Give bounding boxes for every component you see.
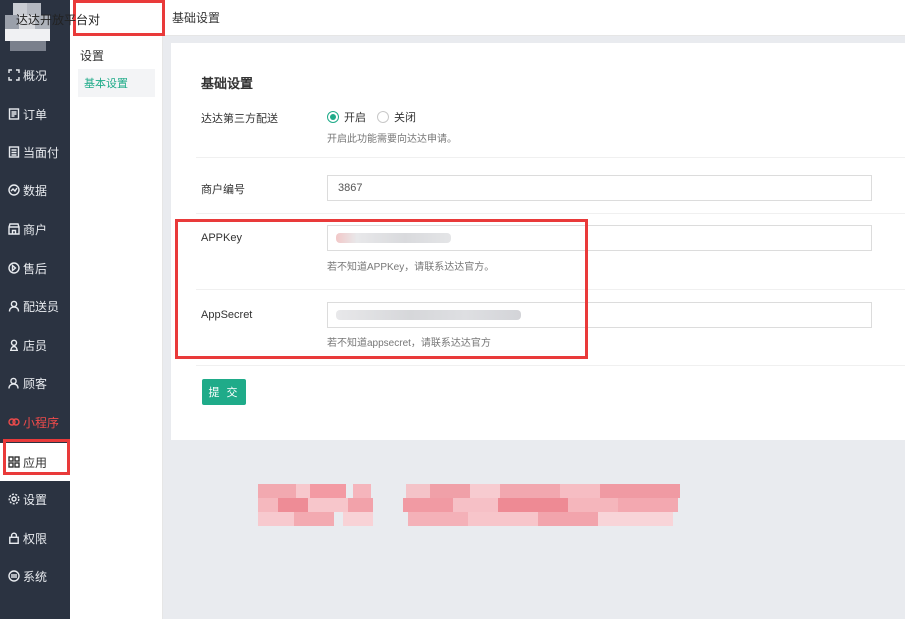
- top-header: 基础设置: [163, 0, 905, 36]
- sidebar-item-permissions[interactable]: 权限: [0, 519, 70, 557]
- redacted-footer: [258, 484, 683, 526]
- customer-icon: [7, 377, 20, 390]
- main-sidebar: 概况 订单 当面付 数据 商户 售后 配送员 店员 顾客 小程序 应用 设置 权…: [0, 0, 70, 619]
- sidebar-item-label: 应用: [23, 455, 48, 470]
- system-icon: [7, 570, 20, 583]
- sidebar-item-label: 店员: [23, 338, 48, 353]
- sidebar-item-apps[interactable]: 应用: [0, 443, 70, 481]
- divider: [196, 213, 905, 214]
- appsecret-input[interactable]: [327, 302, 872, 328]
- merchant-id-label: 商户编号: [201, 184, 245, 196]
- merchant-id-input[interactable]: [327, 175, 872, 201]
- sidebar-item-customers[interactable]: 顾客: [0, 364, 70, 402]
- redacted-value: [336, 233, 451, 243]
- divider: [196, 157, 905, 158]
- appsecret-label: AppSecret: [201, 309, 253, 321]
- radio-enable-label: 开启: [344, 112, 366, 124]
- appkey-label: APPKey: [201, 232, 242, 244]
- delivery-hint: 开启此功能需要向达达申请。: [327, 134, 457, 145]
- submit-button[interactable]: 提 交: [202, 379, 246, 405]
- sidebar-item-overview[interactable]: 概况: [0, 56, 70, 94]
- sidebar-item-clerks[interactable]: 店员: [0, 326, 70, 364]
- courier-icon: [7, 300, 20, 313]
- appsecret-hint: 若不知道appsecret，请联系达达官方: [327, 338, 491, 349]
- delivery-label: 达达第三方配送: [201, 113, 278, 125]
- redacted-value: [336, 310, 521, 320]
- radio-enable[interactable]: 开启: [327, 109, 366, 125]
- plugin-title-tab[interactable]: 达达开放平台对: [4, 4, 164, 34]
- sidebar-item-merchants[interactable]: 商户: [0, 210, 70, 248]
- sidebar-item-label: 订单: [23, 107, 48, 122]
- sidebar-item-system[interactable]: 系统: [0, 557, 70, 595]
- page-title: 基础设置: [201, 76, 254, 91]
- sidebar-item-couriers[interactable]: 配送员: [0, 287, 70, 325]
- sidebar-item-label: 顾客: [23, 376, 48, 391]
- gear-icon: [7, 493, 20, 506]
- appkey-hint: 若不知道APPKey，请联系达达官方。: [327, 262, 495, 273]
- radio-on-icon: [327, 111, 339, 123]
- sidebar-item-label: 配送员: [23, 299, 60, 314]
- sidebar-item-aftersale[interactable]: 售后: [0, 249, 70, 287]
- overview-icon: [7, 69, 20, 82]
- appkey-input[interactable]: [327, 225, 872, 251]
- sidebar-item-label: 概况: [23, 68, 48, 83]
- subnav-item-basic-settings[interactable]: 基本设置: [78, 69, 155, 97]
- breadcrumb: 基础设置: [172, 11, 221, 25]
- sidebar-item-label: 商户: [23, 222, 48, 237]
- sidebar-item-settings[interactable]: 设置: [0, 480, 70, 518]
- settings-card: 基础设置 达达第三方配送 开启 关闭 开启此功能需要向达达申请。 商户编号 AP…: [171, 43, 905, 440]
- radio-disable-label: 关闭: [394, 112, 416, 124]
- sidebar-item-label: 小程序: [23, 415, 60, 430]
- sidebar-item-miniprogram[interactable]: 小程序: [0, 403, 70, 441]
- chart-icon: [7, 184, 20, 197]
- miniprogram-icon: [7, 416, 20, 429]
- divider: [196, 289, 905, 290]
- sidebar-item-label: 系统: [23, 569, 48, 584]
- clerk-icon: [7, 339, 20, 352]
- divider: [196, 365, 905, 366]
- subnav-group-title: 设置: [80, 49, 105, 63]
- shop-icon: [7, 223, 20, 236]
- sidebar-item-face-pay[interactable]: 当面付: [0, 133, 70, 171]
- sidebar-item-data[interactable]: 数据: [0, 171, 70, 209]
- pay-icon: [7, 146, 20, 159]
- sidebar-item-label: 设置: [23, 492, 48, 507]
- sidebar-item-label: 当面付: [23, 145, 60, 160]
- order-icon: [7, 108, 20, 121]
- sidebar-item-label: 数据: [23, 183, 48, 198]
- sidebar-item-label: 权限: [23, 531, 48, 546]
- sidebar-item-orders[interactable]: 订单: [0, 95, 70, 133]
- lock-icon: [7, 532, 20, 545]
- aftersale-icon: [7, 262, 20, 275]
- apps-icon: [7, 456, 20, 469]
- radio-off-icon: [377, 111, 389, 123]
- sidebar-item-label: 售后: [23, 261, 48, 276]
- radio-disable[interactable]: 关闭: [377, 109, 416, 125]
- secondary-sidebar: 设置 基本设置: [70, 0, 163, 619]
